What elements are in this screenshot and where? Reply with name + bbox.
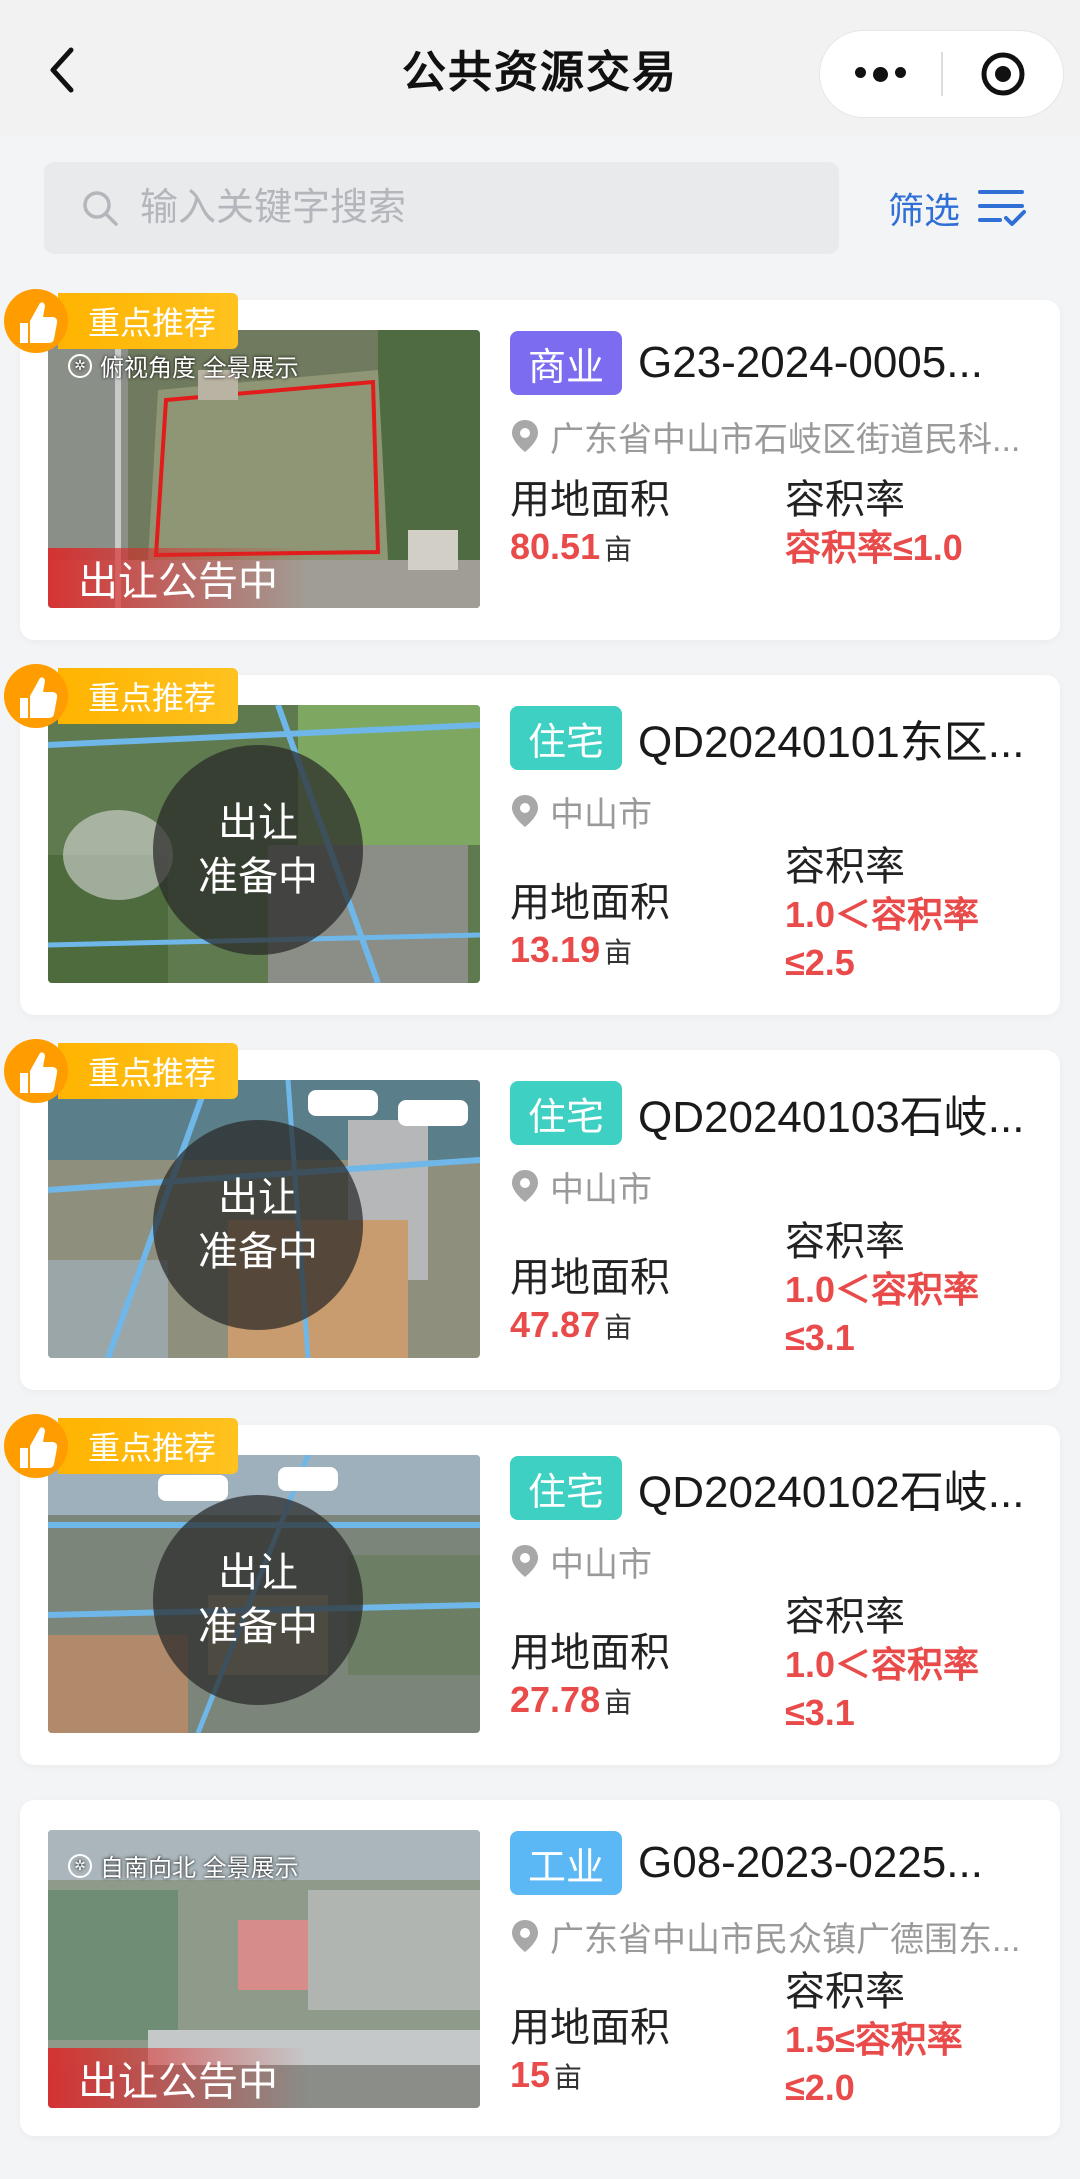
nav-bar: 公共资源交易 <box>0 0 1080 135</box>
land-photo[interactable]: 出让 准备中 <box>48 1080 480 1358</box>
location-pin-icon <box>512 420 538 452</box>
featured-ribbon: 重点推荐 <box>0 1413 239 1479</box>
ratio-value: 容积率≤1.0 <box>785 527 963 568</box>
page-title: 公共资源交易 <box>402 47 678 97</box>
listing-code: QD20240103石岐... <box>638 1093 1025 1142</box>
thumbs-up-icon <box>4 1039 68 1103</box>
area-value: 27.78 亩 <box>510 1679 633 1720</box>
ratio-label: 容积率 <box>785 478 905 522</box>
featured-ribbon: 重点推荐 <box>0 663 239 729</box>
location-pin-icon <box>512 795 538 827</box>
area-label: 用地面积 <box>510 2006 670 2050</box>
area-label: 用地面积 <box>510 1256 670 1300</box>
area-label: 用地面积 <box>510 478 670 522</box>
land-type-tag: 商业 <box>510 331 623 395</box>
land-type-tag: 住宅 <box>510 1081 623 1145</box>
more-button[interactable] <box>820 31 941 117</box>
miniprogram-capsule <box>819 30 1064 118</box>
featured-ribbon: 重点推荐 <box>0 1038 239 1104</box>
listing-code: G23-2024-0005... <box>638 338 983 387</box>
area-value: 47.87 亩 <box>510 1304 633 1345</box>
back-button[interactable] <box>40 45 84 95</box>
chevron-left-icon <box>50 47 74 93</box>
location: 中山市 <box>510 1539 1050 1584</box>
location: 中山市 <box>510 789 1050 834</box>
area-label: 用地面积 <box>510 881 670 925</box>
location: 广东省中山市石岐区街道民科... <box>510 414 1050 459</box>
location-pin-icon <box>512 1545 538 1577</box>
thumbs-up-icon <box>4 1414 68 1478</box>
filter-list-icon <box>978 190 1027 226</box>
area-value: 13.19 亩 <box>510 929 633 970</box>
filter-button[interactable]: 筛选 <box>888 178 1027 238</box>
thumb-caption: ✲ 自南向北 全景展示 <box>68 1848 299 1883</box>
status-badge: 出让 准备中 <box>153 1495 363 1705</box>
listing-code: G08-2023-0225... <box>638 1838 983 1887</box>
ratio-label: 容积率 <box>785 845 905 889</box>
camera-icon: ✲ <box>68 1853 92 1878</box>
ratio-value: 1.0＜容积率 ≤2.5 <box>785 894 980 983</box>
land-type-tag: 工业 <box>510 1831 623 1895</box>
search-bar <box>44 162 839 254</box>
listing-card[interactable]: 出让 准备中 重点推荐 住宅 QD20240102石岐... 中山市 用地面积 … <box>4 1414 1060 1765</box>
more-dots-icon <box>854 66 906 82</box>
location-pin-icon <box>512 1920 538 1952</box>
land-photo[interactable]: ✲ 俯视角度 全景展示 出让公告中 <box>48 330 480 608</box>
listing-card[interactable]: 出让 准备中 重点推荐 住宅 QD20240103石岐... 中山市 用地面积 … <box>4 1039 1060 1390</box>
featured-ribbon: 重点推荐 <box>0 288 239 354</box>
listing-code: QD20240102石岐... <box>638 1468 1025 1517</box>
close-miniprogram-button[interactable] <box>943 31 1064 117</box>
ratio-label: 容积率 <box>785 1970 905 2014</box>
land-photo[interactable]: 出让 准备中 <box>48 705 480 983</box>
ratio-label: 容积率 <box>785 1220 905 1264</box>
camera-icon: ✲ <box>68 353 92 378</box>
status-badge: 出让 准备中 <box>153 745 363 955</box>
land-type-tag: 住宅 <box>510 706 623 770</box>
status-badge: 出让公告中 <box>48 548 308 608</box>
filter-label: 筛选 <box>888 190 961 231</box>
search-icon <box>83 191 118 226</box>
target-close-icon <box>981 52 1025 96</box>
land-type-tag: 住宅 <box>510 1456 623 1520</box>
listing-code: QD20240101东区... <box>638 718 1025 767</box>
area-value: 15 亩 <box>510 2054 583 2095</box>
area-value: 80.51 亩 <box>510 526 633 567</box>
status-badge: 出让 准备中 <box>153 1120 363 1330</box>
location: 广东省中山市民众镇广德围东... <box>510 1914 1050 1959</box>
listing-card[interactable]: ✲ 自南向北 全景展示 出让公告中 工业 G08-2023-0225... 广东… <box>20 1800 1060 2136</box>
status-badge: 出让公告中 <box>48 2048 308 2108</box>
search-input[interactable] <box>140 186 790 230</box>
ratio-value: 1.5≤容积率 ≤2.0 <box>785 2019 963 2108</box>
location: 中山市 <box>510 1164 1050 1209</box>
area-label: 用地面积 <box>510 1631 670 1675</box>
thumbs-up-icon <box>4 664 68 728</box>
location-pin-icon <box>512 1170 538 1202</box>
land-photo[interactable]: ✲ 自南向北 全景展示 出让公告中 <box>48 1830 480 2108</box>
ratio-value: 1.0＜容积率 ≤3.1 <box>785 1644 980 1733</box>
listing-card[interactable]: 出让 准备中 重点推荐 住宅 QD20240101东区... 中山市 用地面积 … <box>4 664 1060 1015</box>
listing-card[interactable]: ✲ 俯视角度 全景展示 出让公告中 重点推荐 商业 G23-2024-0005.… <box>4 289 1060 640</box>
thumbs-up-icon <box>4 289 68 353</box>
land-photo[interactable]: 出让 准备中 <box>48 1455 480 1733</box>
ratio-value: 1.0＜容积率 ≤3.1 <box>785 1269 980 1358</box>
ratio-label: 容积率 <box>785 1595 905 1639</box>
